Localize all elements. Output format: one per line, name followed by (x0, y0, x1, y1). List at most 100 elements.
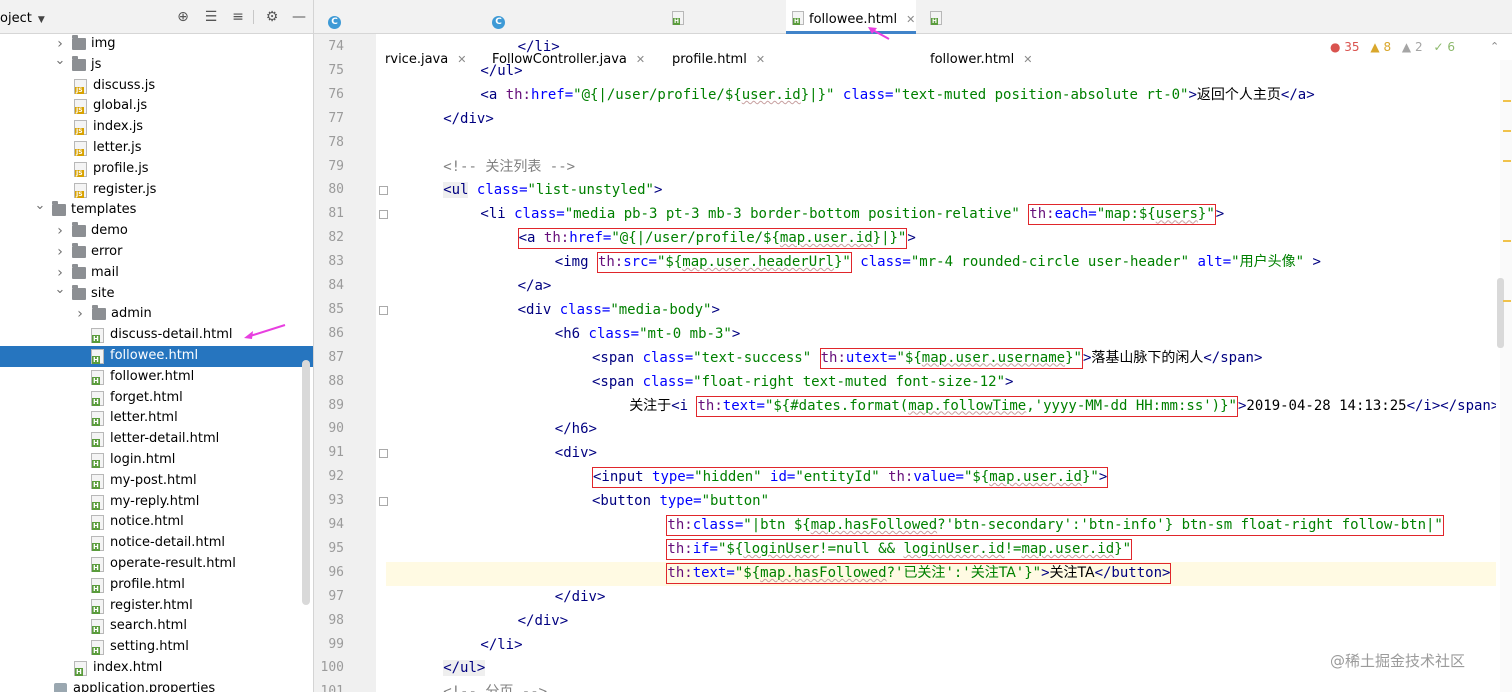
expand-all-icon[interactable]: ☰ (203, 9, 219, 25)
tree-item[interactable]: ⌄ site (0, 282, 313, 305)
chevron-down-icon[interactable]: ⌄ (34, 196, 46, 217)
tree-item[interactable]: ⌄ js (0, 53, 313, 76)
code-line[interactable]: <span class="float-right text-muted font… (592, 371, 1013, 395)
tree-item[interactable]: › mail (0, 263, 313, 284)
tree-item[interactable]: letter-detail.html (0, 429, 313, 450)
tree-item[interactable]: ⌄ templates (0, 198, 313, 221)
stripe-marker[interactable] (1503, 300, 1511, 302)
stripe-marker[interactable] (1503, 240, 1511, 242)
html-file-icon (91, 390, 104, 406)
line-number: 80 (328, 182, 344, 198)
fold-marker[interactable] (379, 210, 388, 220)
code-line[interactable]: </div> (443, 108, 494, 132)
editor-tab[interactable]: CFollowService.java ✕ (322, 0, 472, 67)
tree-item[interactable]: my-post.html (0, 471, 313, 492)
tree-item[interactable]: register.js (0, 180, 313, 201)
code-line[interactable]: </ul> (480, 60, 522, 84)
chevron-right-icon[interactable]: › (54, 242, 66, 263)
code-editor[interactable]: </li> </ul> <a th:href="@{|/user/profile/$… (386, 34, 1496, 692)
minimize-icon[interactable]: — (291, 9, 307, 25)
editor-tab[interactable]: profile.html✕ (666, 0, 772, 67)
code-line[interactable]: </li> (518, 36, 560, 60)
tree-item[interactable]: › error (0, 242, 313, 263)
code-line[interactable]: <button type="button" (592, 490, 769, 514)
error-stripe[interactable] (1500, 60, 1512, 692)
tree-item[interactable]: global.js (0, 96, 313, 117)
code-token: class= (559, 301, 611, 318)
tree-item[interactable]: follower.html (0, 367, 313, 388)
fold-marker[interactable] (379, 186, 388, 196)
code-line[interactable]: <input type="hidden" id="entityId" th:va… (592, 466, 1109, 490)
tree-item[interactable]: letter.html (0, 408, 313, 429)
code-line[interactable]: <ul class="list-unstyled"> (443, 179, 662, 203)
editor-tab[interactable]: follower.html✕ (924, 0, 1044, 67)
tree-item[interactable]: notice-detail.html (0, 533, 313, 554)
tree-item[interactable]: index.js (0, 117, 313, 138)
code-token: each= (1054, 206, 1097, 223)
editor-tab[interactable]: followee.html✕ (786, 0, 916, 35)
code-line[interactable]: <img th:src="${map.user.headerUrl}" clas… (555, 251, 1321, 275)
code-line[interactable]: <div> (555, 442, 597, 466)
tree-item[interactable]: index.html (0, 658, 313, 679)
code-line[interactable]: th:if="${loginUser!=null && loginUser.id… (666, 538, 1133, 562)
close-icon[interactable]: ✕ (906, 13, 915, 26)
tree-item[interactable]: › img (0, 34, 313, 55)
fold-marker[interactable] (379, 305, 388, 315)
code-line[interactable]: </li> (480, 634, 522, 658)
code-line[interactable]: <!-- 分页 --> (443, 681, 547, 692)
code-line[interactable]: </h6> (555, 418, 597, 442)
chevron-down-icon[interactable]: ⌄ (54, 51, 66, 72)
fold-marker[interactable] (379, 449, 388, 459)
code-line[interactable]: <!-- 关注列表 --> (443, 156, 575, 180)
tree-item[interactable]: login.html (0, 450, 313, 471)
tree-item[interactable]: forget.html (0, 388, 313, 409)
tree-item[interactable]: setting.html (0, 637, 313, 658)
tree-item[interactable]: register.html (0, 596, 313, 617)
editor-scrollbar[interactable] (1497, 278, 1504, 348)
tree-item[interactable]: › demo (0, 221, 313, 242)
chevron-down-icon[interactable]: ⌄ (54, 280, 66, 301)
tree-item[interactable]: my-reply.html (0, 492, 313, 513)
locate-icon[interactable]: ⊕ (175, 9, 191, 25)
chevron-up-icon[interactable]: ⌃ (1490, 40, 1499, 53)
code-line[interactable]: </div> (555, 586, 606, 610)
line-number: 96 (328, 564, 344, 580)
code-token: }|}" (800, 86, 835, 103)
tree-item[interactable]: discuss.js (0, 76, 313, 97)
chevron-right-icon[interactable]: › (74, 304, 86, 325)
code-line[interactable]: <h6 class="mt-0 mb-3"> (555, 323, 740, 347)
tree-item[interactable]: profile.js (0, 159, 313, 180)
gear-icon[interactable]: ⚙ (264, 9, 280, 25)
code-line[interactable]: </ul> (443, 657, 486, 681)
code-token: <a (518, 230, 544, 247)
stripe-marker[interactable] (1503, 130, 1511, 132)
code-line[interactable]: <div class="media-body"> (518, 299, 720, 323)
tree-scrollbar[interactable] (302, 360, 310, 605)
tree-item[interactable]: followee.html (0, 345, 313, 367)
tree-item[interactable]: search.html (0, 616, 313, 637)
code-token: }" (833, 254, 851, 271)
code-line[interactable]: <li class="media pb-3 pt-3 mb-3 border-b… (480, 203, 1224, 227)
code-line[interactable]: th:text="${map.hasFollowed?'已关注':'关注TA'}… (666, 562, 1172, 586)
project-view-selector[interactable]: oject ▼ (0, 11, 45, 26)
stripe-marker[interactable] (1503, 160, 1511, 162)
tree-item[interactable]: operate-result.html (0, 554, 313, 575)
tree-item[interactable]: profile.html (0, 575, 313, 596)
stripe-marker[interactable] (1503, 100, 1511, 102)
fold-marker[interactable] (379, 497, 388, 507)
tree-item[interactable]: notice.html (0, 512, 313, 533)
code-line[interactable]: </a> (518, 275, 552, 299)
collapse-all-icon[interactable]: ≡ (230, 9, 246, 25)
html-file-icon (91, 556, 104, 572)
tree-item[interactable]: application.properties (0, 679, 313, 692)
code-line[interactable]: <span class="text-success" th:utext="${m… (592, 347, 1262, 371)
chevron-right-icon[interactable]: › (54, 221, 66, 242)
inspection-widget[interactable]: ● 35 ▲ 8 ▲ 2 ✓ 6 (1330, 40, 1462, 56)
code-line[interactable]: th:class="|btn ${map.hasFollowed?'btn-se… (666, 514, 1444, 538)
code-line[interactable]: </div> (518, 610, 569, 634)
code-line[interactable]: <a th:href="@{|/user/profile/${map.user.… (517, 227, 916, 251)
code-line[interactable]: 关注于<i th:text="${#dates.format(map.follo… (629, 395, 1496, 419)
editor-tab[interactable]: CFollowController.java ✕ (486, 0, 652, 67)
code-line[interactable]: <a th:href="@{|/user/profile/${user.id}|… (480, 84, 1314, 108)
tree-item[interactable]: letter.js (0, 138, 313, 159)
